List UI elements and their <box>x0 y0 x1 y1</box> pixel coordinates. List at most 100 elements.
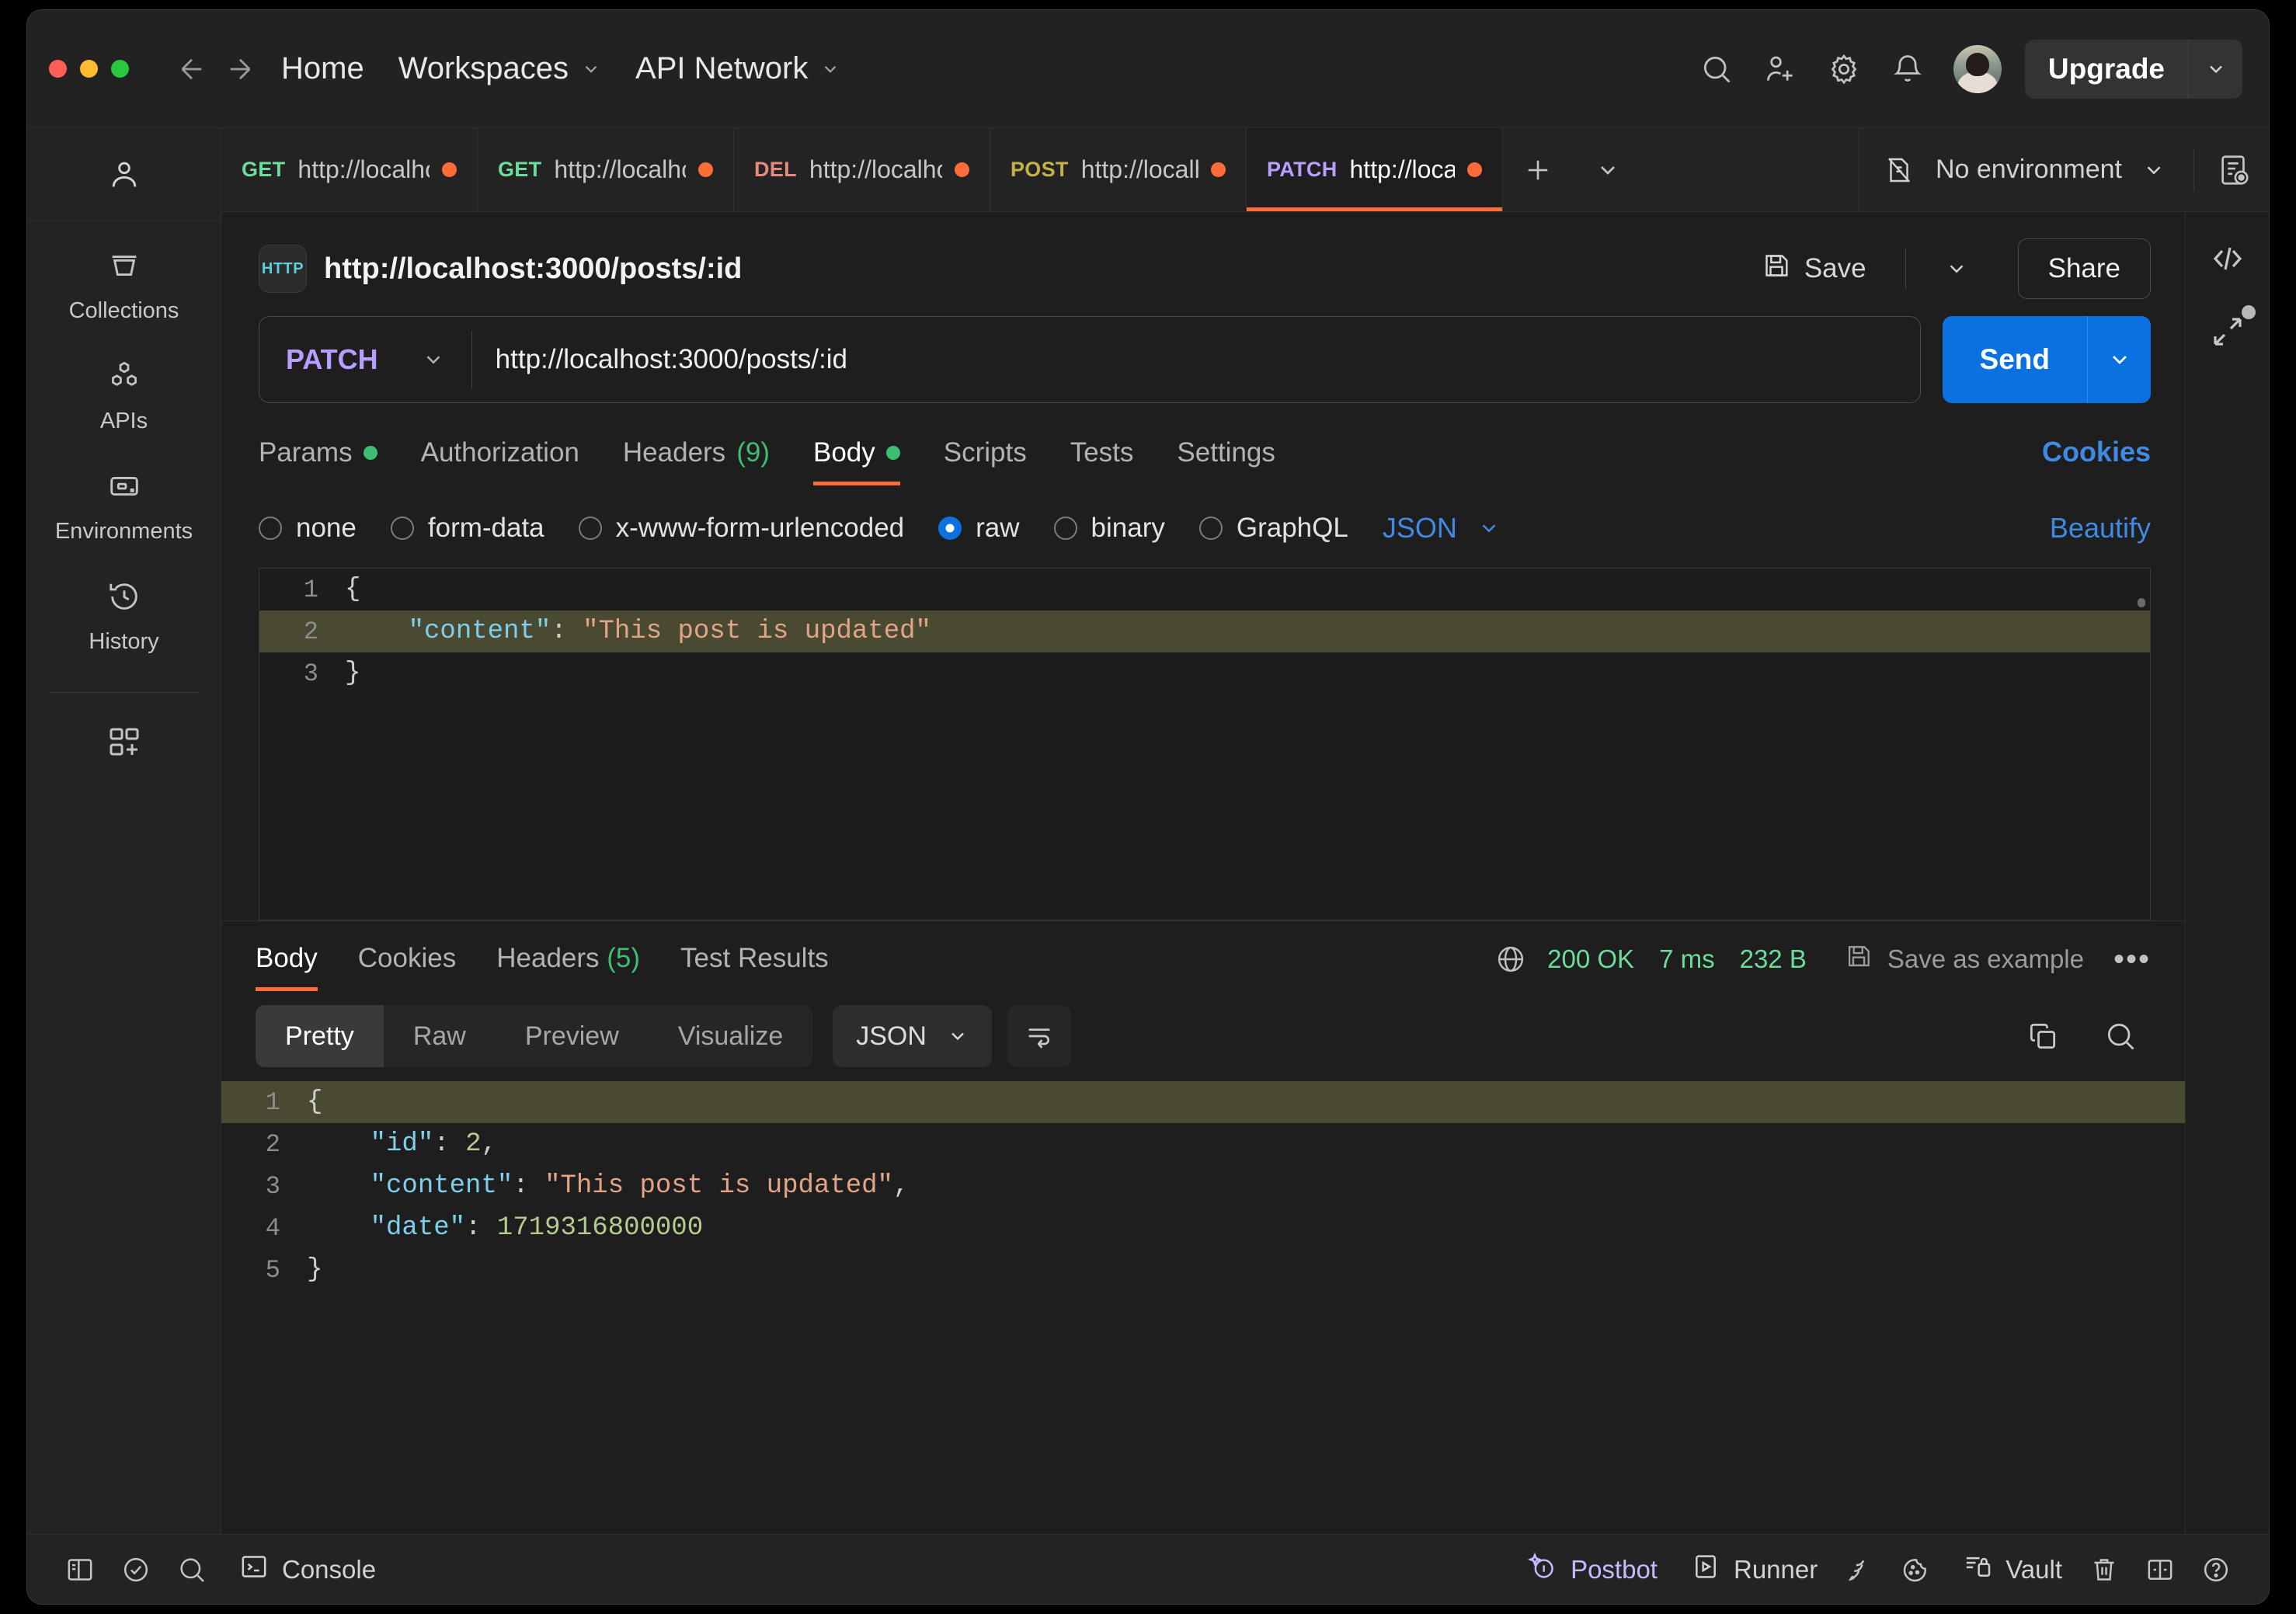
settings-gear-icon[interactable] <box>1815 40 1873 98</box>
request-tab[interactable]: GET http://localhos <box>478 128 734 211</box>
back-arrow-icon[interactable] <box>168 45 216 93</box>
tab-list-chevron-down-icon[interactable] <box>1573 128 1643 211</box>
sidebar-item-apis[interactable]: APIs <box>27 332 221 442</box>
tab-scripts[interactable]: Scripts <box>922 437 1049 485</box>
notifications-bell-icon[interactable] <box>1879 40 1936 98</box>
search-icon[interactable] <box>1688 40 1745 98</box>
code-snippet-icon[interactable] <box>2209 240 2246 277</box>
body-type-urlencoded[interactable]: x-www-form-urlencoded <box>578 513 904 544</box>
body-type-form-data[interactable]: form-data <box>390 513 544 544</box>
trash-icon[interactable] <box>2076 1542 2132 1598</box>
response-view-visualize[interactable]: Visualize <box>649 1005 812 1067</box>
runner-button[interactable]: Runner <box>1676 1542 1832 1598</box>
line-number: 3 <box>303 659 318 688</box>
user-profile-icon[interactable] <box>27 128 221 221</box>
menu-workspaces[interactable]: Workspaces <box>381 42 618 96</box>
share-button[interactable]: Share <box>2017 238 2151 299</box>
response-tab-test-results[interactable]: Test Results <box>660 943 849 991</box>
environment-quick-look-icon[interactable] <box>2199 128 2269 211</box>
minimize-window-button[interactable] <box>80 60 98 78</box>
send-button[interactable]: Send <box>1942 316 2087 403</box>
maximize-window-button[interactable] <box>111 60 129 78</box>
search-icon[interactable] <box>164 1542 220 1598</box>
search-icon[interactable] <box>2090 1006 2151 1066</box>
request-tab[interactable]: DEL http://localhos <box>734 128 990 211</box>
response-view-preview[interactable]: Preview <box>496 1005 649 1067</box>
body-type-row: none form-data x-www-form-urlencoded raw… <box>221 485 2185 568</box>
body-type-binary[interactable]: binary <box>1053 513 1165 544</box>
avatar[interactable] <box>1953 44 2002 93</box>
tab-headers[interactable]: Headers (9) <box>601 437 791 485</box>
radio-icon <box>259 517 282 540</box>
copy-icon[interactable] <box>2012 1006 2073 1066</box>
menu-home[interactable]: Home <box>264 42 381 96</box>
network-icon[interactable] <box>1832 1542 1887 1598</box>
sidebar-new-icon[interactable] <box>27 693 221 761</box>
unsaved-dot-icon <box>955 162 969 177</box>
postbot-button[interactable]: Postbot <box>1513 1542 1672 1598</box>
tab-body[interactable]: Body <box>791 437 922 485</box>
request-tab-strip: GET http://localhos GET http://localhos … <box>221 128 2269 212</box>
response-body-viewer[interactable]: 1 { 2 "id": 2, 3 "content": "This post i… <box>221 1081 2185 1534</box>
forward-arrow-icon[interactable] <box>216 45 264 93</box>
method-selector[interactable]: PATCH <box>259 343 471 376</box>
tab-tests[interactable]: Tests <box>1049 437 1156 485</box>
save-as-example-button[interactable]: Save as example <box>1844 941 2084 977</box>
unsaved-dot-icon <box>1467 162 1482 177</box>
close-window-button[interactable] <box>49 60 67 78</box>
tab-authorization[interactable]: Authorization <box>399 437 601 485</box>
cookies-link[interactable]: Cookies <box>2042 436 2151 485</box>
sidebar-toggle-icon[interactable] <box>52 1542 108 1598</box>
request-tab[interactable]: GET http://localhos <box>221 128 478 211</box>
code-text: { <box>307 1087 323 1117</box>
sidebar-item-collections[interactable]: Collections <box>27 221 221 332</box>
upgrade-button-group[interactable]: Upgrade <box>2024 39 2242 99</box>
upgrade-chevron-down-icon[interactable] <box>2188 39 2242 99</box>
response-format-selector[interactable]: JSON <box>833 1005 992 1067</box>
layout-icon[interactable] <box>2132 1542 2188 1598</box>
body-indicator-dot-icon <box>885 446 900 460</box>
response-view-raw[interactable]: Raw <box>384 1005 496 1067</box>
request-tab[interactable]: POST http://localh <box>990 128 1247 211</box>
response-tab-cookies[interactable]: Cookies <box>338 943 476 991</box>
menu-api-network[interactable]: API Network <box>618 42 858 96</box>
sidebar-item-environments[interactable]: Environments <box>27 442 221 552</box>
request-body-editor[interactable]: 1 { 2 "content": "This post is updated" … <box>259 568 2151 920</box>
url-input[interactable]: http://localhost:3000/posts/:id <box>472 344 1920 375</box>
body-type-none[interactable]: none <box>259 513 357 544</box>
collapse-expand-icon[interactable] <box>2209 305 2256 350</box>
vault-button[interactable]: Vault <box>1948 1542 2076 1598</box>
url-input-group[interactable]: PATCH http://localhost:3000/posts/:id <box>259 316 1921 403</box>
response-more-options-icon[interactable]: ••• <box>2113 944 2151 975</box>
request-tab-active[interactable]: PATCH http://localh <box>1247 128 1503 211</box>
help-icon[interactable] <box>2188 1542 2244 1598</box>
sidebar-item-history[interactable]: History <box>27 552 221 663</box>
body-type-raw[interactable]: raw <box>938 513 1020 544</box>
save-options-chevron-down-icon[interactable] <box>1931 249 1982 288</box>
tab-params[interactable]: Params <box>259 437 399 485</box>
beautify-button[interactable]: Beautify <box>2050 512 2151 544</box>
body-format-selector[interactable]: JSON <box>1383 512 1501 544</box>
tabstrip-spacer <box>1643 128 1859 211</box>
response-tab-body[interactable]: Body <box>256 943 338 991</box>
environment-selector[interactable]: No environment <box>1859 128 2189 211</box>
cookies-icon[interactable] <box>1887 1542 1943 1598</box>
save-button[interactable]: Save <box>1747 242 1880 296</box>
console-button[interactable]: Console <box>224 1542 390 1598</box>
window-controls[interactable] <box>49 60 129 78</box>
response-tab-headers[interactable]: Headers (5) <box>476 943 660 991</box>
response-view-pretty[interactable]: Pretty <box>256 1005 384 1067</box>
body-type-graphql[interactable]: GraphQL <box>1198 513 1348 544</box>
tab-settings-label: Settings <box>1177 437 1275 468</box>
editor-scrollbar[interactable] <box>2138 598 2145 607</box>
send-options-chevron-down-icon[interactable] <box>2087 316 2151 403</box>
invite-user-icon[interactable] <box>1752 40 1809 98</box>
response-view-toggle[interactable]: Pretty Raw Preview Visualize <box>256 1005 813 1067</box>
send-button-group[interactable]: Send <box>1942 316 2151 403</box>
tab-settings[interactable]: Settings <box>1155 437 1296 485</box>
wrap-lines-icon[interactable] <box>1007 1005 1071 1067</box>
check-circle-icon[interactable] <box>108 1542 164 1598</box>
upgrade-button[interactable]: Upgrade <box>2025 40 2188 99</box>
new-tab-plus-icon[interactable] <box>1503 128 1573 211</box>
